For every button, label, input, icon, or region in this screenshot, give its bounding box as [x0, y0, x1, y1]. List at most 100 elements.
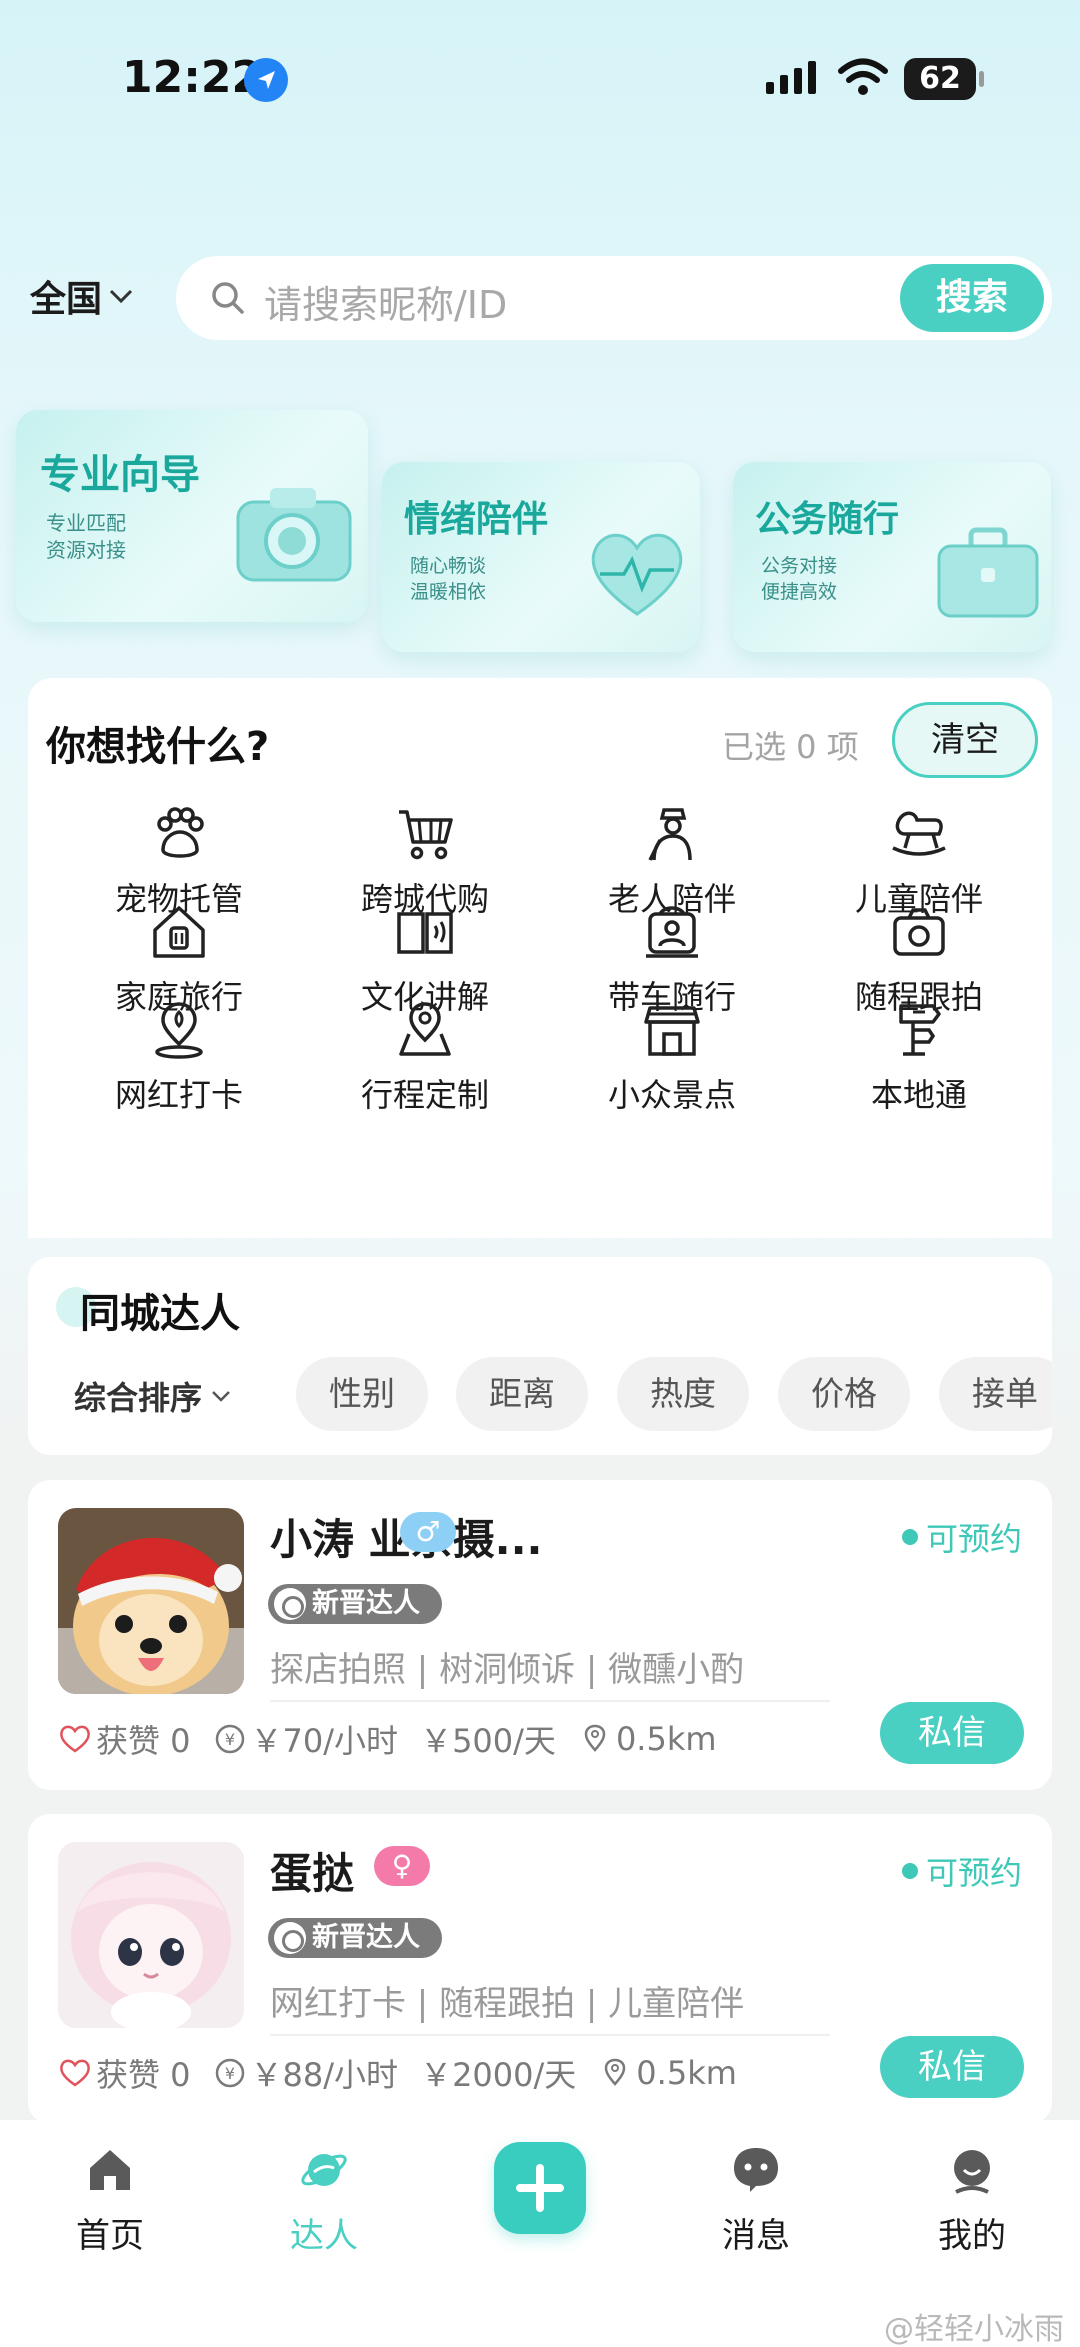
pin-icon	[155, 1002, 203, 1059]
planet-icon	[301, 2154, 347, 2186]
briefcase-icon	[937, 527, 1039, 618]
distance: 0.5km	[615, 1720, 717, 1758]
promo-title: 情绪陪伴	[404, 499, 549, 540]
avatar[interactable]	[58, 1842, 244, 2028]
create-button[interactable]	[494, 2142, 586, 2234]
promo-title: 公务随行	[755, 499, 900, 540]
level-badge: 新晋达人	[268, 1584, 442, 1624]
filter-price[interactable]: 价格	[778, 1357, 910, 1431]
location-icon	[244, 58, 288, 102]
divider	[270, 2034, 830, 2036]
plus-icon	[516, 2164, 564, 2212]
rocking-horse-icon	[892, 811, 946, 856]
paw-icon	[157, 807, 204, 858]
clock: 12:22	[122, 52, 263, 103]
location-pin-icon	[584, 1724, 606, 1752]
filter-distance[interactable]: 距离	[456, 1357, 588, 1431]
level-badge: 新晋达人	[268, 1918, 442, 1958]
promo-card-business[interactable]: 公务随行 公务对接 便捷高效	[733, 462, 1051, 652]
gender-female-icon: ♀	[374, 1846, 430, 1886]
day-price: ￥500/天	[420, 1722, 556, 1760]
promo-card-guide[interactable]: 专业向导 专业匹配 资源对接	[16, 410, 368, 622]
expert-name: 蛋挞	[270, 1849, 355, 1898]
wifi-icon	[838, 58, 888, 95]
category-checkin[interactable]: 网红打卡	[59, 1000, 299, 1130]
nav-messages[interactable]: 消息	[686, 2144, 826, 2257]
chevron-down-icon	[212, 1391, 230, 1402]
location-pin-icon	[605, 2058, 626, 2086]
day-price: ￥2000/天	[420, 2056, 577, 2094]
heart-outline-icon	[60, 1725, 90, 1753]
clear-button[interactable]: 清空	[892, 702, 1038, 778]
elder-icon	[648, 808, 692, 861]
service-tags: 探店拍照 | 树洞倾诉 | 微醺小酌	[270, 1650, 745, 1690]
nav-home[interactable]: 首页	[40, 2144, 180, 2257]
message-button[interactable]: 私信	[880, 2036, 1024, 2098]
expert-card[interactable]: 蛋挞 ♀ 可预约 新晋达人 网红打卡 | 随程跟拍 | 儿童陪伴 获赞 0 ¥ ￥…	[28, 1814, 1052, 2124]
camera-icon	[893, 908, 945, 956]
likes-count: 获赞 0	[96, 2056, 191, 2094]
region-selector[interactable]: 全国	[30, 270, 134, 322]
chat-icon	[734, 2148, 778, 2192]
nav-profile[interactable]: 我的	[902, 2144, 1042, 2257]
map-pin-icon	[399, 1002, 451, 1056]
search-button[interactable]: 搜索	[900, 264, 1044, 332]
sort-dropdown[interactable]: 综合排序	[74, 1373, 232, 1419]
expert-card[interactable]: 小涛 业余摄... ♂ 可预约 新晋达人 探店拍照 | 树洞倾诉 | 微醺小酌 …	[28, 1480, 1052, 1790]
local-experts-panel: 同城达人 综合排序 性别 距离 热度 价格 接单	[28, 1257, 1052, 1455]
section-title: 同城达人	[80, 1291, 240, 1337]
divider	[270, 1700, 830, 1702]
driver-icon	[646, 906, 698, 958]
filter-popularity[interactable]: 热度	[617, 1357, 749, 1431]
badge-icon	[274, 1922, 306, 1954]
service-tags: 网红打卡 | 随程跟拍 | 儿童陪伴	[270, 1984, 745, 2024]
signpost-icon	[899, 1004, 941, 1056]
promo-title: 专业向导	[40, 452, 200, 498]
badge-icon	[274, 1588, 306, 1620]
likes-count: 获赞 0	[96, 1722, 191, 1760]
message-button[interactable]: 私信	[880, 1702, 1024, 1764]
availability-status: 可预约	[901, 1848, 1022, 1894]
category-panel: 你想找什么? 已选 0 项 清空 宠物托管 跨城代购 老人陪伴 儿童陪伴 家庭旅…	[28, 678, 1052, 1238]
home-icon	[90, 2150, 130, 2190]
battery-indicator: 62	[904, 58, 984, 100]
region-label: 全国	[30, 279, 103, 320]
cart-icon	[399, 810, 453, 860]
search-bar[interactable]: 请搜索昵称/ID 搜索	[176, 256, 1052, 340]
filter-orders[interactable]: 接单	[939, 1357, 1052, 1431]
search-input[interactable]: 请搜索昵称/ID	[264, 274, 507, 329]
user-icon	[954, 2150, 990, 2194]
svg-text:¥: ¥	[224, 2064, 234, 2083]
nav-experts[interactable]: 达人	[254, 2144, 394, 2257]
status-dot	[901, 1529, 918, 1545]
book-icon	[397, 912, 453, 954]
category-hidden-spots[interactable]: 小众景点	[552, 1000, 792, 1130]
availability-status: 可预约	[901, 1514, 1022, 1560]
category-itinerary[interactable]: 行程定制	[305, 1000, 545, 1130]
heart-outline-icon	[60, 2059, 90, 2087]
filter-gender[interactable]: 性别	[296, 1357, 428, 1431]
section-title: 你想找什么?	[46, 724, 270, 770]
expert-meta: 获赞 0 ¥ ￥88/小时 ￥2000/天 0.5km	[58, 2050, 759, 2096]
gender-male-icon: ♂	[400, 1512, 456, 1552]
distance: 0.5km	[636, 2054, 737, 2092]
promo-card-emotion[interactable]: 情绪陪伴 随心畅谈 温暖相依	[382, 462, 700, 652]
coin-icon: ¥	[215, 1724, 244, 1754]
expert-meta: 获赞 0 ¥ ￥70/小时 ￥500/天 0.5km	[58, 1716, 739, 1762]
search-icon	[212, 282, 244, 314]
shop-icon	[644, 1006, 700, 1056]
promo-subtitle: 随心畅谈 温暖相依	[410, 555, 487, 603]
coin-icon: ¥	[215, 2058, 244, 2088]
category-local-guide[interactable]: 本地通	[799, 1000, 1039, 1130]
selected-count: 已选 0 项	[722, 728, 859, 766]
heart-icon	[591, 533, 683, 616]
avatar[interactable]	[58, 1508, 244, 1694]
status-dot	[901, 1863, 918, 1879]
signal-icon	[766, 61, 816, 94]
camera-icon	[236, 488, 352, 582]
sort-label: 综合排序	[74, 1379, 203, 1417]
hour-price: ￥88/小时	[250, 2056, 399, 2094]
svg-text:¥: ¥	[224, 1730, 234, 1749]
chevron-down-icon	[109, 289, 133, 304]
status-bar: 12:22 62	[0, 0, 1080, 160]
